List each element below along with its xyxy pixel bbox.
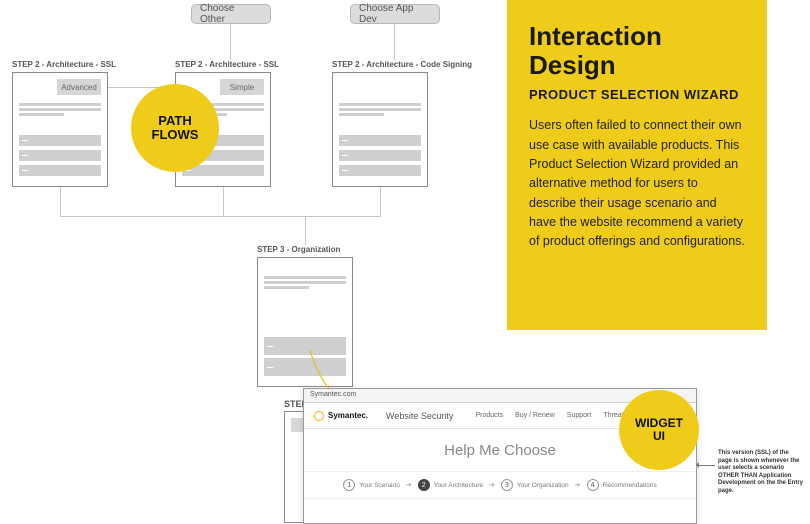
wizard-step-3[interactable]: 3 Your Organization [501, 479, 569, 491]
step-label: STEP 3 - Organization [257, 245, 340, 254]
step-label: Your Architecture [434, 482, 483, 489]
symantec-logo-icon [314, 411, 324, 421]
step-number: 3 [501, 479, 513, 491]
wizard-step-4[interactable]: 4 Recommendations [587, 479, 657, 491]
brand-name: Symantec. [328, 411, 368, 420]
arrow-icon: ➔ [406, 481, 412, 489]
step-label: STEP 2 - Architecture - SSL [175, 60, 279, 69]
arrow-icon: ➔ [489, 481, 495, 489]
tab-advanced: Advanced [57, 79, 101, 95]
wireframe-card-codesigning [332, 72, 428, 187]
info-subtitle: PRODUCT SELECTION WIZARD [529, 87, 745, 102]
annotation-arrow-icon [697, 465, 715, 466]
step-label: Recommendations [603, 482, 657, 489]
info-body: Users often failed to connect their own … [529, 116, 745, 252]
path-flows-badge: PATH FLOWS [131, 84, 219, 172]
info-title: Interaction Design [529, 22, 745, 79]
connector [60, 216, 381, 217]
wireframe-card-ssl-advanced: Advanced [12, 72, 108, 187]
connector [380, 187, 381, 216]
wizard-steps: 1 Your Scenario ➔ 2 Your Architecture ➔ … [304, 471, 696, 499]
nav-link[interactable]: Products [475, 412, 503, 419]
badge-line: FLOWS [152, 128, 199, 142]
step-label: Your Organization [517, 482, 569, 489]
nav-link[interactable]: Buy / Renew [515, 412, 555, 419]
tab-simple: Simple [220, 79, 264, 95]
info-panel: Interaction Design PRODUCT SELECTION WIZ… [507, 0, 767, 330]
wizard-step-1[interactable]: 1 Your Scenario [343, 479, 400, 491]
step-label: STEP 2 - Architecture - Code Signing [332, 60, 472, 69]
annotation-text: This version (SSL) of the page is shown … [718, 450, 804, 495]
site-title: Website Security [386, 411, 453, 421]
step-fragment-card [284, 411, 303, 523]
step-number: 2 [418, 479, 430, 491]
arrow-icon: ➔ [575, 481, 581, 489]
connector [394, 24, 395, 60]
connector [230, 24, 231, 60]
wizard-step-2[interactable]: 2 Your Architecture [418, 479, 483, 491]
step-label: STEP 2 - Architecture - SSL [12, 60, 116, 69]
nav-link[interactable]: Support [567, 412, 592, 419]
step-number: 1 [343, 479, 355, 491]
connector [60, 187, 61, 216]
badge-line: PATH [158, 114, 191, 128]
step-number: 4 [587, 479, 599, 491]
widget-ui-badge: WIDGET UI [619, 390, 699, 470]
choose-other-node: Choose Other [191, 4, 271, 24]
badge-line: UI [653, 430, 665, 443]
connector [305, 216, 306, 245]
step-label: Your Scenario [359, 482, 400, 489]
connector [223, 187, 224, 216]
choose-appdev-node: Choose App Dev [350, 4, 440, 24]
wireframe-card-organization [257, 257, 353, 387]
